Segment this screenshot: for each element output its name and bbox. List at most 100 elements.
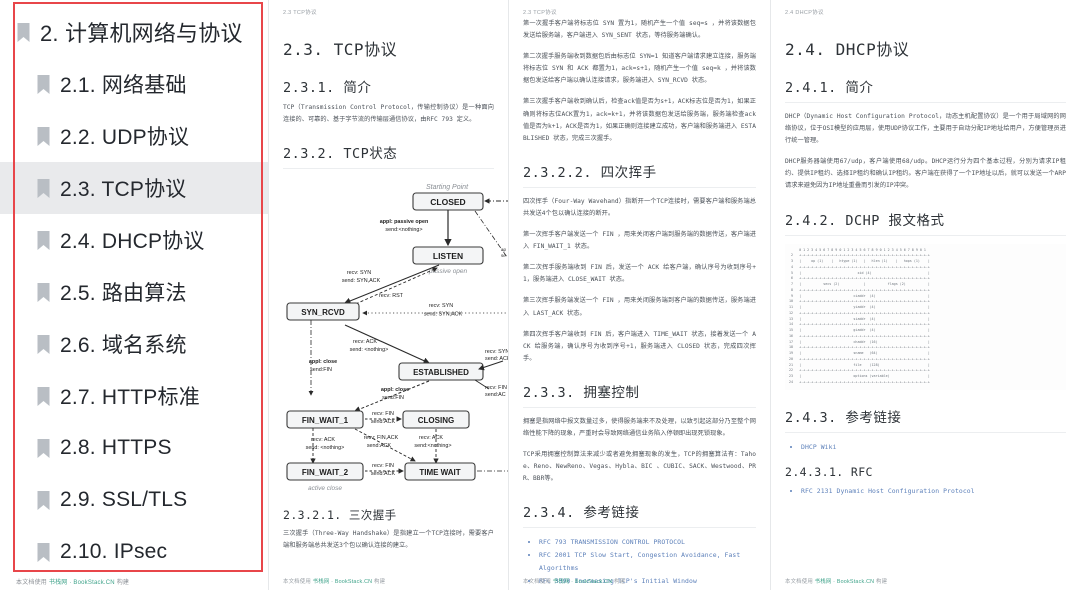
table-of-contents: 2. 计算机网络与协议 2.1. 网络基础 2.2. UDP协议 2.3. TCP协议…: [0, 0, 268, 575]
footer-post-4: 构建: [874, 579, 888, 585]
heading-dhcp-packet-format: 2.4.2. DCHP 报文格式: [785, 212, 945, 229]
svg-text:send: <nothing>: send: <nothing>: [350, 347, 389, 353]
svg-text:recv: SYN: recv: SYN: [429, 303, 453, 309]
footer-pre-3: 本文档使用: [523, 579, 553, 585]
sidebar-item-2[interactable]: 2.2. UDP协议: [0, 110, 268, 162]
page-title-dhcp: 2.4. DHCP协议: [785, 40, 910, 59]
divider: [785, 234, 1066, 236]
fsm-node-established: ESTABLISHED: [413, 368, 469, 377]
divider: [785, 431, 1066, 433]
svg-text:recv: FIN,ACK: recv: FIN,ACK: [364, 435, 399, 441]
sidebar-item-label: 2.2. UDP协议: [60, 126, 190, 149]
footer-post-3: 构建: [612, 579, 626, 585]
svg-text:appl: close: appl: close: [309, 359, 337, 365]
doc-column-tcp: 2.3 TCP协议 2.3. TCP协议 2.3.1. 简介 TCP（Trans…: [268, 0, 508, 590]
heading-dhcp-reference-links: 2.4.3. 参考链接: [785, 409, 902, 426]
sidebar-item-label: 2.6. 域名系统: [60, 334, 187, 357]
svg-text:send:FIN: send:FIN: [310, 367, 332, 373]
sidebar-item-label: 2.3. TCP协议: [60, 178, 187, 201]
reference-link[interactable]: RFC 793 TRANSMISSION CONTROL PROTOCOL: [539, 536, 756, 549]
fsm-node-syn-rcvd: SYN_RCVD: [301, 308, 345, 317]
svg-text:send:ACK: send:ACK: [367, 443, 392, 449]
sidebar-item-label: 2. 计算机网络与协议: [40, 21, 243, 46]
svg-text:appl: close: appl: close: [381, 387, 409, 393]
sidebar-item-label: 2.1. 网络基础: [60, 74, 187, 97]
svg-text:ap: ap: [501, 247, 507, 252]
doc-column-tcp-continued: 2.3 TCP协议 第一次握手客户端将标志位 SYN 置为1，随机产生一个值 s…: [508, 0, 770, 590]
svg-text:recv: FIN: recv: FIN: [372, 411, 394, 417]
sidebar-item-6[interactable]: 2.6. 域名系统: [0, 318, 268, 370]
bookmark-icon: [17, 22, 30, 42]
sidebar-item-label: 2.7. HTTP标准: [60, 386, 200, 409]
svg-text:send: <nothing>: send: <nothing>: [306, 445, 345, 451]
svg-text:send:<nothing>: send:<nothing>: [414, 443, 451, 449]
sidebar-item-1[interactable]: 2.1. 网络基础: [0, 58, 268, 110]
reference-link[interactable]: RFC 2001 TCP Slow Start, Congestion Avoi…: [539, 549, 756, 575]
paragraph-congestion-2: TCP采用拥塞控制算法来减少或者避免拥塞现象的发生，TCP的拥塞算法有：Taho…: [523, 451, 756, 483]
tcp-state-machine-diagram: Starting Point CLOSED appl: passive open…: [279, 177, 508, 495]
dhcp-reference-link-list: DHCP Wiki: [785, 441, 1066, 454]
divider: [523, 406, 756, 408]
doc-column-dhcp: 2.4 DHCP协议 2.4. DHCP协议 2.4.1. 简介 DHCP（Dy…: [770, 0, 1080, 590]
svg-text:send:ACK: send:ACK: [371, 471, 396, 477]
sidebar-item-label: 2.8. HTTPS: [60, 436, 172, 459]
sidebar-item-5[interactable]: 2.5. 路由算法: [0, 266, 268, 318]
heading-congestion-control: 2.3.3. 拥塞控制: [523, 384, 640, 401]
paragraph-three-way-handshake: 三次握手（Three-Way Handshake）是指建立一个TCP连接时，需要…: [283, 530, 494, 550]
sidebar-footer-brand[interactable]: 书栈网 · BookStack.CN: [49, 580, 115, 586]
footer-pre-2: 本文档使用: [283, 579, 313, 585]
dhcp-packet-format-figure: 0 1 2 3 4 5 6 7 8 9 0 1 2 3 4 5 6 7 8 9 …: [785, 243, 1066, 390]
svg-text:recv: ACK: recv: ACK: [311, 437, 335, 443]
sidebar-item-3[interactable]: 2.3. TCP协议: [0, 162, 268, 214]
paragraph-dhcp-1: DHCP（Dynamic Host Configuration Protocol…: [785, 113, 1066, 145]
sidebar-item-label: 2.10. IPsec: [60, 540, 168, 563]
svg-text:recv: ACK: recv: ACK: [419, 435, 443, 441]
heading-tcp-intro: 2.3.1. 简介: [283, 80, 372, 96]
svg-text:se: se: [501, 253, 506, 258]
sidebar-item-label: 2.5. 路由算法: [60, 282, 187, 305]
paragraph-tcp-intro: TCP（Transmission Control Protocol，传输控制协议…: [283, 104, 494, 124]
paragraph-dhcp-2: DHCP服务器端使用67/udp，客户端使用68/udp。DHCP运行分为四个基…: [785, 158, 1066, 190]
svg-text:recv: FIN: recv: FIN: [485, 385, 507, 391]
bookmark-icon: [37, 542, 50, 562]
svg-text:recv: SYN: recv: SYN: [347, 270, 371, 276]
bookmark-icon: [37, 178, 50, 198]
footer-post-2: 构建: [372, 579, 386, 585]
bookmark-icon: [37, 334, 50, 354]
page-title-tcp: 2.3. TCP协议: [283, 40, 398, 59]
paragraph-wave-1: 第一次挥手客户端发送一个 FIN ，用来关闭客户端到服务端的数据传送，客户端进入…: [523, 231, 756, 251]
footer-brand-2[interactable]: 书栈网 · BookStack.CN: [313, 579, 373, 585]
fsm-caption-start: Starting Point: [426, 184, 469, 191]
paragraph-wave-4: 第四次挥手客户端收到 FIN 后，客户端进入 TIME_WAIT 状态，接着发送…: [523, 330, 756, 362]
svg-text:send: SYN,ACK: send: SYN,ACK: [424, 312, 463, 318]
sidebar-item-7[interactable]: 2.7. HTTP标准: [0, 370, 268, 422]
paragraph-wave-2: 第二次挥手服务端收到 FIN 后，发送一个 ACK 给客户端，确认序号为收到序号…: [523, 264, 756, 284]
footer-col3: 本文档使用 书栈网 · BookStack.CN 构建: [523, 577, 625, 585]
bookmark-icon: [37, 230, 50, 250]
footer-brand-3[interactable]: 书栈网 · BookStack.CN: [553, 579, 613, 585]
svg-text:send: SYN,ACK: send: SYN,ACK: [342, 278, 381, 284]
fsm-node-fin-wait-1: FIN_WAIT_1: [302, 416, 349, 425]
svg-text:send:<nothing>: send:<nothing>: [385, 227, 422, 233]
sidebar-item-8[interactable]: 2.8. HTTPS: [0, 422, 268, 474]
bookmark-icon: [37, 282, 50, 302]
svg-text:recv: SYN,AC: recv: SYN,AC: [485, 349, 508, 355]
footer-brand-4[interactable]: 书栈网 · BookStack.CN: [815, 579, 875, 585]
heading-tcp-state: 2.3.2. TCP状态: [283, 146, 398, 163]
paragraph-congestion-1: 拥塞是指网络中报文数量过多，使得服务端来不及处理，以致引起这部分乃至整个网络性能…: [523, 417, 756, 437]
fsm-node-time-wait: TIME WAIT: [419, 468, 460, 477]
fsm-node-closing: CLOSING: [418, 416, 454, 425]
paragraph-handshake-2: 第二次握手服务端收到数据包后由标志位 SYN=1 知道客户端请求建立连接，服务端…: [523, 53, 756, 85]
svg-text:recv: RST: recv: RST: [379, 293, 404, 299]
sidebar-footer-pre: 本文档使用: [16, 580, 49, 586]
sidebar-item-10[interactable]: 2.10. IPsec: [0, 526, 268, 578]
sidebar: 2. 计算机网络与协议 2.1. 网络基础 2.2. UDP协议 2.3. TCP协议…: [0, 0, 268, 590]
reference-link[interactable]: RFC 2131 Dynamic Host Configuration Prot…: [801, 485, 1066, 498]
sidebar-item-0[interactable]: 2. 计算机网络与协议: [0, 6, 268, 58]
sidebar-item-4[interactable]: 2.4. DHCP协议: [0, 214, 268, 266]
sidebar-item-9[interactable]: 2.9. SSL/TLS: [0, 474, 268, 526]
reference-link[interactable]: DHCP Wiki: [801, 441, 1066, 454]
svg-text:send: ACK: send: ACK: [485, 356, 508, 362]
document-reader-page: 2. 计算机网络与协议 2.1. 网络基础 2.2. UDP协议 2.3. TCP协议…: [0, 0, 1080, 590]
dhcp-rfc-link-list: RFC 2131 Dynamic Host Configuration Prot…: [785, 485, 1066, 498]
